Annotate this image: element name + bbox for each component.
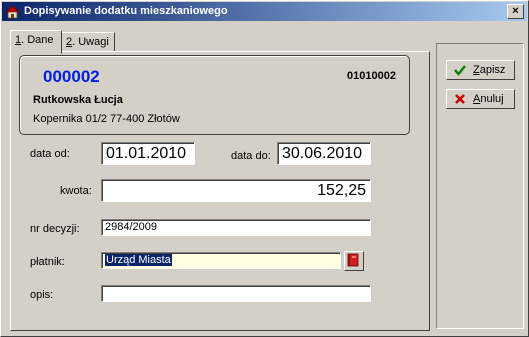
- save-mnemonic: Z: [473, 64, 480, 76]
- amount-input[interactable]: 152,25: [101, 179, 371, 202]
- tab-uwagi[interactable]: 2. Uwagi: [61, 32, 115, 53]
- client-number: 000002: [43, 67, 100, 86]
- payer-value: Urząd Miasta: [105, 254, 172, 266]
- payer-input[interactable]: Urząd Miasta: [101, 252, 341, 269]
- payer-lookup-button[interactable]: [344, 251, 364, 271]
- tab-dane-label: . Dane: [21, 34, 54, 46]
- window-title: Dopisywanie dodatku mieszkaniowego: [24, 5, 228, 17]
- client-info-box: 000002 01010002 Rutkowska Łucja Kopernik…: [19, 55, 410, 135]
- cancel-label: Anuluj: [473, 93, 504, 105]
- close-icon: ×: [512, 5, 519, 17]
- save-button[interactable]: Zapisz: [446, 60, 515, 80]
- date-to-input[interactable]: 30.06.2010: [277, 142, 371, 165]
- title-bar[interactable]: Dopisywanie dodatku mieszkaniowego ×: [2, 2, 527, 21]
- client-name: Rutkowska Łucja: [33, 94, 123, 106]
- amount-label: kwota:: [60, 185, 92, 197]
- date-from-label: data od:: [30, 148, 70, 160]
- checkmark-icon: [454, 65, 466, 76]
- decision-number-label: nr decyzji:: [30, 223, 80, 235]
- payer-label: płatnik:: [30, 256, 65, 268]
- cancel-button[interactable]: Anuluj: [446, 89, 515, 109]
- client-address: Kopernika 01/2 77-400 Złotów: [33, 113, 180, 125]
- client-code: 01010002: [347, 70, 396, 82]
- decision-number-input[interactable]: 2984/2009: [101, 219, 371, 236]
- x-icon: [455, 94, 465, 104]
- description-input[interactable]: [101, 285, 371, 302]
- cancel-label-rest: nuluj: [480, 93, 504, 105]
- book-icon: [347, 253, 359, 267]
- date-to-label: data do:: [231, 150, 271, 162]
- description-label: opis:: [30, 289, 54, 301]
- action-panel: [436, 43, 524, 329]
- house-icon: [5, 5, 20, 19]
- tab-uwagi-label: . Uwagi: [72, 36, 109, 48]
- date-from-input[interactable]: 01.01.2010: [101, 142, 195, 165]
- tab-dane[interactable]: 1. Dane: [10, 30, 62, 54]
- save-label: Zapisz: [473, 64, 505, 76]
- save-label-rest: apisz: [479, 64, 506, 76]
- close-button[interactable]: ×: [507, 4, 524, 19]
